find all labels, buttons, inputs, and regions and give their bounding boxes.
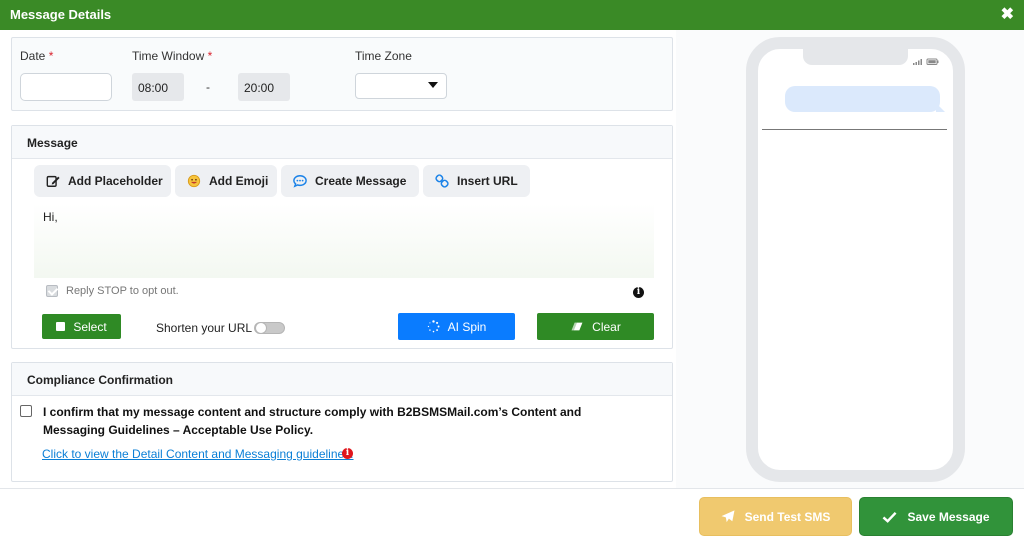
square-icon: [56, 322, 66, 331]
insert-url-button[interactable]: Insert URL: [423, 165, 530, 197]
time-separator: -: [206, 80, 210, 94]
select-button[interactable]: Select: [42, 314, 121, 339]
message-section-title: Message: [12, 126, 672, 159]
eraser-icon: [571, 322, 583, 331]
guidelines-info-icon[interactable]: i: [342, 448, 353, 459]
shorten-url-toggle[interactable]: [254, 322, 285, 334]
create-message-button[interactable]: Create Message: [281, 165, 419, 197]
compliance-checkbox[interactable]: [20, 405, 32, 417]
time-zone-label: Time Zone: [355, 49, 412, 63]
add-placeholder-button[interactable]: Add Placeholder: [34, 165, 171, 197]
compliance-confirm-text: I confirm that my message content and st…: [43, 405, 582, 437]
signal-battery-icon: [913, 58, 939, 65]
dialog-title: Message Details: [10, 7, 112, 22]
link-icon: [435, 174, 449, 188]
compliance-section-title: Compliance Confirmation: [12, 363, 672, 396]
add-emoji-label: Add Emoji: [209, 174, 269, 188]
phone-notch: [803, 49, 908, 65]
toggle-knob: [255, 322, 267, 334]
message-preview-bubble: [785, 86, 940, 112]
checkmark-icon: [883, 511, 897, 523]
select-label: Select: [73, 319, 107, 334]
footer-divider: [0, 488, 1024, 489]
date-input[interactable]: [20, 73, 112, 101]
chat-bubble-icon: [293, 175, 307, 188]
ai-spin-label: AI Spin: [447, 319, 487, 334]
emoji-icon: [187, 174, 201, 188]
clear-button[interactable]: Clear: [537, 313, 654, 340]
send-test-sms-button[interactable]: Send Test SMS: [699, 497, 852, 536]
phone-status-bar: [913, 58, 939, 67]
reply-stop-row: Reply STOP to opt out. i: [34, 280, 654, 302]
add-placeholder-label: Add Placeholder: [68, 174, 163, 188]
save-message-button[interactable]: Save Message: [859, 497, 1013, 536]
bubble-tail: [936, 103, 945, 112]
reply-stop-checkbox: [46, 285, 58, 297]
save-message-label: Save Message: [907, 509, 990, 524]
ai-spin-button[interactable]: AI Spin: [398, 313, 515, 340]
message-textarea[interactable]: Hi,: [34, 204, 654, 278]
create-message-label: Create Message: [315, 174, 407, 188]
shorten-url-label: Shorten your URL: [156, 321, 253, 335]
send-test-sms-label: Send Test SMS: [744, 509, 831, 524]
chevron-down-icon: [428, 82, 438, 88]
phone-divider: [762, 129, 947, 130]
edit-icon: [46, 175, 60, 187]
time-start-input[interactable]: 08:00: [132, 73, 184, 101]
paper-plane-icon: [721, 510, 735, 523]
dialog-header: Message Details ✖: [0, 0, 1024, 30]
insert-url-label: Insert URL: [457, 174, 518, 188]
close-icon[interactable]: ✖: [1001, 5, 1014, 25]
reply-stop-label: Reply STOP to opt out.: [66, 285, 179, 297]
time-window-label: Time Window *: [132, 49, 213, 63]
guidelines-link[interactable]: Click to view the Detail Content and Mes…: [42, 447, 354, 461]
info-icon[interactable]: i: [633, 287, 644, 298]
add-emoji-button[interactable]: Add Emoji: [175, 165, 277, 197]
time-zone-select[interactable]: [355, 73, 447, 99]
time-end-input[interactable]: 20:00: [238, 73, 290, 101]
spinner-icon: [427, 320, 440, 333]
date-label: Date *: [20, 49, 54, 63]
clear-label: Clear: [592, 319, 621, 334]
